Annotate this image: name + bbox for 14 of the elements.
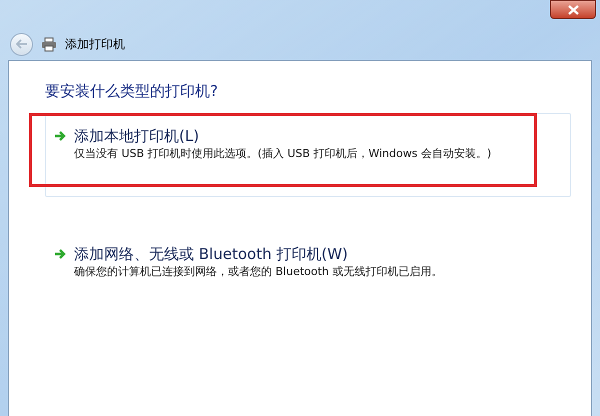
option-title: 添加本地打印机(L) xyxy=(74,126,200,146)
option-button[interactable]: 添加本地打印机(L) 仅当没有 USB 打印机时使用此选项。(插入 USB 打印机后，Windows 会自动安装。) xyxy=(45,113,571,197)
page-heading: 要安装什么类型的打印机? xyxy=(45,81,219,101)
arrow-icon xyxy=(54,248,66,260)
option-description: 确保您的计算机已连接到网络，或者您的 Bluetooth 或无线打印机已启用。 xyxy=(74,264,442,280)
close-button[interactable] xyxy=(550,0,596,19)
arrow-icon xyxy=(54,130,66,142)
option-description: 仅当没有 USB 打印机时使用此选项。(插入 USB 打印机后，Windows 会自动安装。) xyxy=(74,146,492,162)
option-button[interactable]: 添加网络、无线或 Bluetooth 打印机(W) 确保您的计算机已连接到网络，或者您的 Bluetooth 或无线打印机已启用。 xyxy=(45,231,571,315)
close-icon xyxy=(568,4,578,14)
window-title: 添加打印机 xyxy=(65,36,125,53)
printer-icon xyxy=(41,36,57,52)
option-title: 添加网络、无线或 Bluetooth 打印机(W) xyxy=(74,244,349,264)
back-arrow-icon xyxy=(16,39,28,49)
